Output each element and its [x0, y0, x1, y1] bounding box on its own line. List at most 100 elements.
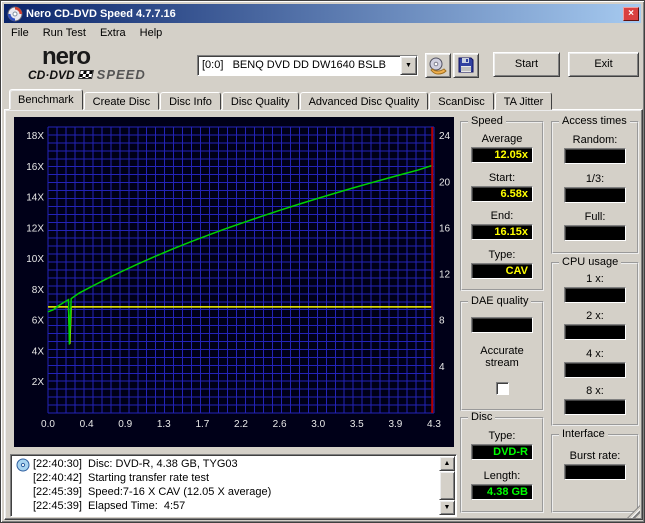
svg-text:1.7: 1.7 [195, 419, 209, 430]
third-access-display [564, 186, 626, 203]
svg-text:2X: 2X [32, 377, 45, 388]
logo-speed-text: SPEED [96, 67, 146, 82]
average-speed-display: 12.05x [471, 147, 533, 164]
log-list[interactable]: [22:40:30] Disc: DVD-R, 4.38 GB, TYG03 [… [10, 454, 457, 517]
svg-text:12: 12 [439, 270, 451, 281]
svg-text:0.4: 0.4 [80, 419, 94, 430]
svg-text:4.3: 4.3 [427, 419, 441, 430]
third-access-label: 1/3: [585, 172, 605, 185]
save-button[interactable] [453, 53, 479, 78]
cpu-1x-display [564, 287, 626, 304]
cpu-1x-label: 1 x: [586, 273, 604, 286]
svg-text:16: 16 [439, 223, 451, 234]
svg-text:3.0: 3.0 [311, 419, 325, 430]
start-button[interactable]: Start [493, 52, 560, 77]
menu-file[interactable]: File [4, 25, 36, 41]
tab-scandisc[interactable]: ScanDisc [429, 92, 494, 110]
nero-logo: nero CD·DVD SPEED [14, 45, 194, 87]
cpu-8x-label: 8 x: [586, 384, 604, 397]
tab-strip: Benchmark Create Disc Disc Info Disc Qua… [9, 89, 553, 110]
log-scrollbar[interactable]: ▲ ▼ [439, 456, 455, 515]
menu-run-test[interactable]: Run Test [36, 25, 93, 41]
nero-brand-text: nero [42, 43, 91, 70]
dae-quality-display [471, 316, 533, 333]
toolbar: nero CD·DVD SPEED [0:0] BENQ DVD DD DW16… [4, 42, 641, 89]
svg-text:8: 8 [439, 316, 445, 327]
random-access-label: Random: [572, 133, 618, 146]
exit-button[interactable]: Exit [568, 52, 639, 77]
burst-rate-display [564, 464, 626, 480]
log-line: [22:45:39] Speed:7-16 X CAV (12.05 X ave… [33, 486, 272, 498]
close-button[interactable]: × [623, 6, 639, 21]
cpu-usage-group: CPU usage 1 x: 2 x: 4 x: 8 x: [551, 256, 639, 426]
end-speed-label: End: [490, 210, 514, 223]
svg-text:2.2: 2.2 [234, 419, 248, 430]
tab-disc-quality[interactable]: Disc Quality [221, 92, 299, 110]
eject-disc-button[interactable] [425, 53, 451, 78]
accurate-stream-checkbox[interactable] [495, 382, 509, 396]
svg-text:4: 4 [439, 362, 445, 373]
scroll-up-button[interactable]: ▲ [439, 456, 455, 471]
log-line: [22:45:39] Elapsed Time: 4:57 [33, 500, 186, 512]
disc-length-label: Length: [483, 469, 521, 482]
disc-length-display: 4.38 GB [471, 483, 533, 500]
disc-group: Disc Type: DVD-R Length: 4.38 GB [460, 411, 544, 513]
menu-extra[interactable]: Extra [93, 25, 133, 41]
log-lines: [22:40:30] Disc: DVD-R, 4.38 GB, TYG03 [… [13, 457, 438, 514]
svg-text:10X: 10X [26, 254, 44, 265]
svg-text:0.0: 0.0 [41, 419, 55, 430]
titlebar[interactable]: Nero CD-DVD Speed 4.7.7.16 × [4, 4, 641, 23]
svg-text:3.5: 3.5 [350, 419, 364, 430]
disc-type-display: DVD-R [471, 444, 533, 461]
end-speed-display: 16.15x [471, 224, 533, 241]
cpu-2x-label: 2 x: [586, 310, 604, 323]
cpu-2x-display [564, 324, 626, 341]
start-speed-display: 6.58x [471, 185, 533, 202]
svg-text:3.9: 3.9 [388, 419, 402, 430]
log-line: [22:40:42] Starting transfer rate test [33, 472, 210, 484]
tab-benchmark[interactable]: Benchmark [9, 89, 83, 110]
drive-select[interactable]: [0:0] BENQ DVD DD DW1640 BSLB ▼ [197, 55, 418, 76]
app-window: Nero CD-DVD Speed 4.7.7.16 × File Run Te… [0, 0, 645, 523]
speed-group: Speed Average 12.05x Start: 6.58x End: 1… [460, 115, 544, 291]
speed-type-label: Type: [488, 248, 516, 261]
benchmark-page: 2X 4X 6X 8X 10X 12X 14X 16X 18X 4 8 12 16 20 24 0.0 0.4 0… [4, 109, 643, 520]
cpu-4x-label: 4 x: [586, 347, 604, 360]
average-label: Average [481, 133, 523, 146]
drive-select-value: [0:0] BENQ DVD DD DW1640 BSLB [202, 59, 387, 71]
svg-text:20: 20 [439, 177, 451, 188]
tab-disc-info[interactable]: Disc Info [160, 92, 221, 110]
start-speed-label: Start: [488, 171, 516, 184]
tab-ta-jitter[interactable]: TA Jitter [494, 92, 553, 110]
log-line: [22:40:30] Disc: DVD-R, 4.38 GB, TYG03 [33, 458, 238, 470]
scroll-down-button[interactable]: ▼ [439, 500, 455, 515]
cpu-8x-display [564, 398, 626, 415]
hand-disc-icon [428, 57, 448, 78]
scrollbar-thumb[interactable] [439, 471, 455, 500]
disc-icon [16, 458, 30, 472]
dae-quality-group: DAE quality Accurate stream [460, 295, 544, 411]
full-access-display [564, 225, 626, 242]
cpu-4x-display [564, 361, 626, 378]
svg-text:2.6: 2.6 [273, 419, 287, 430]
svg-text:1.3: 1.3 [157, 419, 171, 430]
tab-create-disc[interactable]: Create Disc [83, 92, 160, 110]
app-icon[interactable] [7, 6, 23, 22]
access-times-group: Access times Random: 1/3: Full: [551, 115, 639, 254]
speed-type-display: CAV [471, 262, 533, 279]
interface-group: Interface Burst rate: [551, 428, 639, 513]
svg-text:18X: 18X [26, 131, 44, 142]
menu-help[interactable]: Help [133, 25, 170, 41]
svg-text:12X: 12X [26, 223, 44, 234]
tab-advanced-disc-quality[interactable]: Advanced Disc Quality [299, 92, 429, 110]
svg-text:6X: 6X [32, 316, 45, 327]
window-title: Nero CD-DVD Speed 4.7.7.16 [26, 7, 176, 20]
accurate-stream-label: Accurate stream [480, 344, 524, 369]
benchmark-chart: 2X 4X 6X 8X 10X 12X 14X 16X 18X 4 8 12 16 20 24 0.0 0.4 0… [14, 117, 454, 447]
svg-text:24: 24 [439, 131, 451, 142]
floppy-disk-icon [458, 57, 474, 76]
menubar: File Run Test Extra Help [4, 24, 641, 42]
random-access-display [564, 147, 626, 164]
chevron-down-icon[interactable]: ▼ [400, 56, 417, 75]
svg-text:16X: 16X [26, 162, 44, 173]
